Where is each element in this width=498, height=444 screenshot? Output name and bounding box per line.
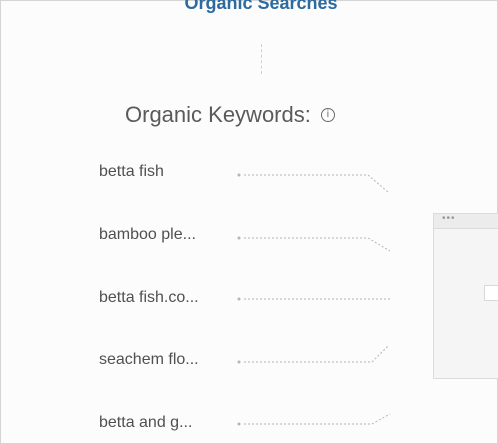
panel-drag-handle[interactable]: ••• xyxy=(434,214,498,229)
connector-dot xyxy=(237,360,241,364)
connector-dot xyxy=(237,422,241,426)
connector-line xyxy=(244,413,391,425)
connector-line xyxy=(244,237,391,252)
connector-dot xyxy=(237,236,241,240)
side-panel[interactable]: ••• xyxy=(433,213,498,379)
panel-toggle[interactable] xyxy=(484,285,498,301)
connector-line xyxy=(244,174,389,193)
connector-dot xyxy=(237,173,241,177)
connector-dot xyxy=(237,297,241,301)
keyword-connectors xyxy=(237,173,391,426)
connector-line xyxy=(244,345,389,363)
